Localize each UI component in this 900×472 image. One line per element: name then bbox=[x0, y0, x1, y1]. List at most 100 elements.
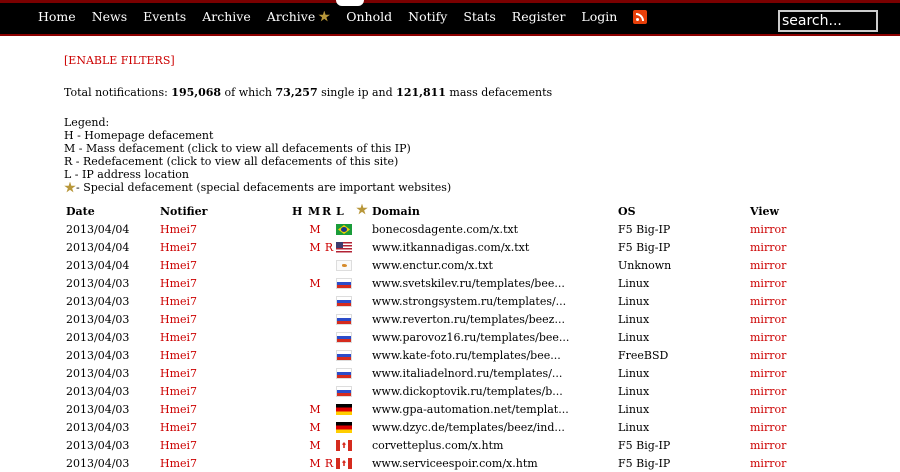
nav-login[interactable]: Login bbox=[581, 9, 617, 24]
cell-domain: www.parovoz16.ru/templates/bee... bbox=[372, 330, 570, 344]
table-row: 2013/04/03 Hmei7 Mcorvetteplus.com/x.htm F5… bbox=[64, 436, 810, 454]
cell-m[interactable]: M bbox=[308, 454, 322, 472]
cell-r[interactable] bbox=[322, 400, 336, 418]
mirror-link[interactable]: mirror bbox=[750, 400, 810, 418]
cell-m[interactable]: M bbox=[308, 238, 322, 256]
header-notifier: Notifier bbox=[160, 204, 208, 218]
nav-events[interactable]: Events bbox=[143, 9, 186, 24]
cell-m[interactable] bbox=[308, 292, 322, 310]
cell-domain: www.serviceespoir.com/x.htm bbox=[372, 456, 538, 470]
cell-domain: www.kate-foto.ru/templates/bee... bbox=[372, 348, 561, 362]
cell-m[interactable]: M bbox=[308, 400, 322, 418]
legend-r: R - Redefacement (click to view all defa… bbox=[64, 155, 399, 168]
totals-prefix: Total notifications: bbox=[64, 86, 172, 99]
cell-m[interactable]: M bbox=[308, 418, 322, 436]
nav-news[interactable]: News bbox=[92, 9, 127, 24]
cell-notifier[interactable]: Hmei7 bbox=[160, 310, 292, 328]
rss-icon[interactable] bbox=[633, 9, 648, 24]
cell-m[interactable] bbox=[308, 310, 322, 328]
cell-location bbox=[336, 400, 356, 418]
cell-notifier[interactable]: Hmei7 bbox=[160, 436, 292, 454]
cell-os: Linux bbox=[618, 420, 650, 434]
cell-r[interactable] bbox=[322, 274, 336, 292]
mirror-link[interactable]: mirror bbox=[750, 328, 810, 346]
nav-stats[interactable]: Stats bbox=[463, 9, 495, 24]
nav-register[interactable]: Register bbox=[512, 9, 566, 24]
cell-r[interactable] bbox=[322, 310, 336, 328]
cell-m[interactable] bbox=[308, 256, 322, 274]
mirror-link[interactable]: mirror bbox=[750, 256, 810, 274]
cell-r[interactable] bbox=[322, 346, 336, 364]
cell-r[interactable] bbox=[322, 328, 336, 346]
cell-m[interactable] bbox=[308, 382, 322, 400]
defacements-table: Date Notifier H M R L Domain OS View 201… bbox=[64, 202, 810, 472]
cell-date: 2013/04/03 bbox=[66, 366, 130, 380]
legend-h: H - Homepage defacement bbox=[64, 129, 214, 142]
nav-onhold[interactable]: Onhold bbox=[346, 9, 392, 24]
flag-ru-icon bbox=[336, 350, 352, 361]
cell-m[interactable] bbox=[308, 328, 322, 346]
single-ip-count: 73,257 bbox=[275, 86, 318, 99]
logo-fragment bbox=[336, 0, 364, 6]
cell-m[interactable]: M bbox=[308, 436, 322, 454]
mirror-link[interactable]: mirror bbox=[750, 418, 810, 436]
nav-archive-special[interactable]: Archive bbox=[267, 9, 331, 24]
mirror-link[interactable]: mirror bbox=[750, 436, 810, 454]
mirror-link[interactable]: mirror bbox=[750, 364, 810, 382]
table-row: 2013/04/03 Hmei7 Mwww.dzyc.de/templates/be… bbox=[64, 418, 810, 436]
cell-notifier[interactable]: Hmei7 bbox=[160, 400, 292, 418]
nav-notify[interactable]: Notify bbox=[408, 9, 447, 24]
cell-notifier[interactable]: Hmei7 bbox=[160, 382, 292, 400]
mirror-link[interactable]: mirror bbox=[750, 382, 810, 400]
main-nav: Home News Events Archive Archive Onhold Notify… bbox=[30, 9, 648, 24]
cell-h bbox=[292, 256, 308, 274]
cell-r[interactable] bbox=[322, 220, 336, 238]
nav-home[interactable]: Home bbox=[38, 9, 76, 24]
cell-special bbox=[356, 400, 372, 418]
mirror-link[interactable]: mirror bbox=[750, 292, 810, 310]
cell-h bbox=[292, 436, 308, 454]
header-os: OS bbox=[618, 204, 636, 218]
mirror-link[interactable]: mirror bbox=[750, 346, 810, 364]
cell-notifier[interactable]: Hmei7 bbox=[160, 346, 292, 364]
mirror-link[interactable]: mirror bbox=[750, 274, 810, 292]
mirror-link[interactable]: mirror bbox=[750, 454, 810, 472]
cell-notifier[interactable]: Hmei7 bbox=[160, 328, 292, 346]
cell-m[interactable]: M bbox=[308, 274, 322, 292]
cell-r[interactable] bbox=[322, 256, 336, 274]
cell-domain: www.svetskilev.ru/templates/bee... bbox=[372, 276, 565, 290]
nav-archive[interactable]: Archive bbox=[202, 9, 251, 24]
cell-notifier[interactable]: Hmei7 bbox=[160, 454, 292, 472]
cell-notifier[interactable]: Hmei7 bbox=[160, 274, 292, 292]
cell-notifier[interactable]: Hmei7 bbox=[160, 238, 292, 256]
cell-r[interactable] bbox=[322, 418, 336, 436]
flag-br-icon bbox=[336, 224, 352, 235]
legend-m: M - Mass defacement (click to view all d… bbox=[64, 142, 411, 155]
mirror-link[interactable]: mirror bbox=[750, 220, 810, 238]
cell-r[interactable] bbox=[322, 292, 336, 310]
cell-domain: bonecosdagente.com/x.txt bbox=[372, 222, 519, 236]
cell-m[interactable] bbox=[308, 346, 322, 364]
cell-r[interactable]: R bbox=[322, 238, 336, 256]
cell-notifier[interactable]: Hmei7 bbox=[160, 220, 292, 238]
cell-location bbox=[336, 274, 356, 292]
cell-notifier[interactable]: Hmei7 bbox=[160, 364, 292, 382]
cell-m[interactable]: M bbox=[308, 220, 322, 238]
cell-r[interactable] bbox=[322, 364, 336, 382]
cell-m[interactable] bbox=[308, 364, 322, 382]
nav-label: Archive bbox=[266, 9, 316, 24]
cell-r[interactable] bbox=[322, 382, 336, 400]
mirror-link[interactable]: mirror bbox=[750, 310, 810, 328]
mirror-link[interactable]: mirror bbox=[750, 238, 810, 256]
table-row: 2013/04/04 Hmei7 Mbonecosdagente.com/x.txt… bbox=[64, 220, 810, 238]
cell-r[interactable] bbox=[322, 436, 336, 454]
cell-notifier[interactable]: Hmei7 bbox=[160, 256, 292, 274]
cell-notifier[interactable]: Hmei7 bbox=[160, 292, 292, 310]
cell-r[interactable]: R bbox=[322, 454, 336, 472]
cell-notifier[interactable]: Hmei7 bbox=[160, 418, 292, 436]
enable-filters-link[interactable]: [ENABLE FILTERS] bbox=[64, 54, 175, 67]
nav-label: Onhold bbox=[346, 9, 393, 24]
search-input[interactable] bbox=[778, 10, 878, 32]
cell-h bbox=[292, 310, 308, 328]
legend-title: Legend: bbox=[64, 116, 110, 129]
